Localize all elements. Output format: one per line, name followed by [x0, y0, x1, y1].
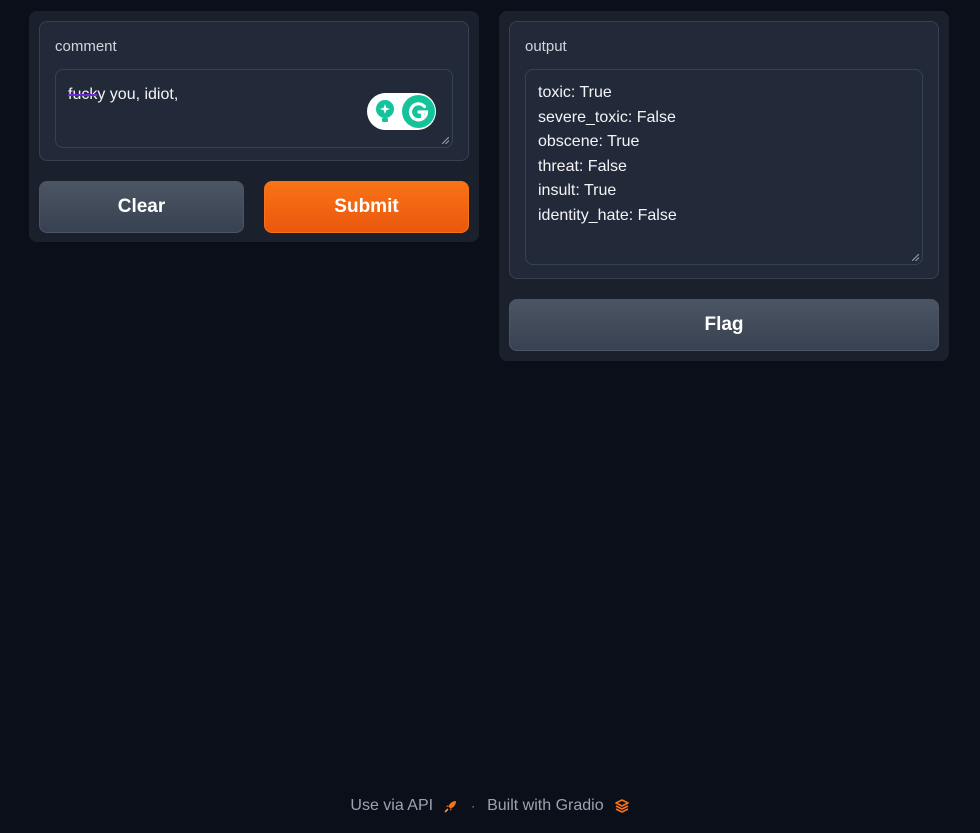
resize-handle-icon[interactable] [442, 137, 449, 144]
output-block: output toxic: True severe_toxic: False o… [509, 21, 939, 279]
comment-input-rest: y you, idiot, [97, 86, 179, 103]
footer: Use via API · Built with Gradio [0, 797, 980, 815]
submit-button[interactable]: Submit [264, 181, 469, 233]
gradio-logo-icon [614, 799, 629, 813]
output-line-obscene: obscene: True [538, 133, 640, 150]
grammarly-widget[interactable] [367, 93, 436, 130]
comment-block: comment fucky you, idiot, [39, 21, 469, 161]
use-via-api-link[interactable]: Use via API [350, 797, 459, 815]
input-panel: comment fucky you, idiot, Clear Submit [29, 11, 479, 242]
clear-button[interactable]: Clear [39, 181, 244, 233]
comment-input-text: fucky you, idiot, [68, 86, 178, 104]
output-text: toxic: True severe_toxic: False obscene:… [538, 81, 677, 228]
output-line-severe-toxic: severe_toxic: False [538, 108, 676, 126]
resize-handle-icon[interactable] [912, 254, 919, 261]
grammarly-icon[interactable] [402, 95, 435, 128]
output-line-insult: insult: True [538, 182, 617, 199]
built-with-gradio-link[interactable]: Built with Gradio [487, 797, 630, 815]
footer-separator: · [471, 799, 476, 813]
comment-input[interactable]: fucky you, idiot, [55, 69, 453, 148]
output-line-identity-hate: identity_hate: False [538, 206, 677, 224]
gradio-app: comment fucky you, idiot, Clear Submit o… [0, 0, 980, 833]
output-label: output [525, 38, 567, 55]
lightbulb-icon[interactable] [371, 97, 399, 126]
misspelled-word[interactable]: fuck [68, 86, 97, 103]
output-textbox[interactable]: toxic: True severe_toxic: False obscene:… [525, 69, 923, 265]
built-with-gradio-label: Built with Gradio [487, 797, 604, 814]
output-line-toxic: toxic: True [538, 84, 612, 101]
comment-label: comment [55, 38, 117, 55]
rocket-icon [444, 801, 457, 813]
output-line-threat: threat: False [538, 157, 627, 175]
use-via-api-label: Use via API [350, 797, 434, 814]
output-panel: output toxic: True severe_toxic: False o… [499, 11, 949, 361]
flag-button[interactable]: Flag [509, 299, 939, 351]
